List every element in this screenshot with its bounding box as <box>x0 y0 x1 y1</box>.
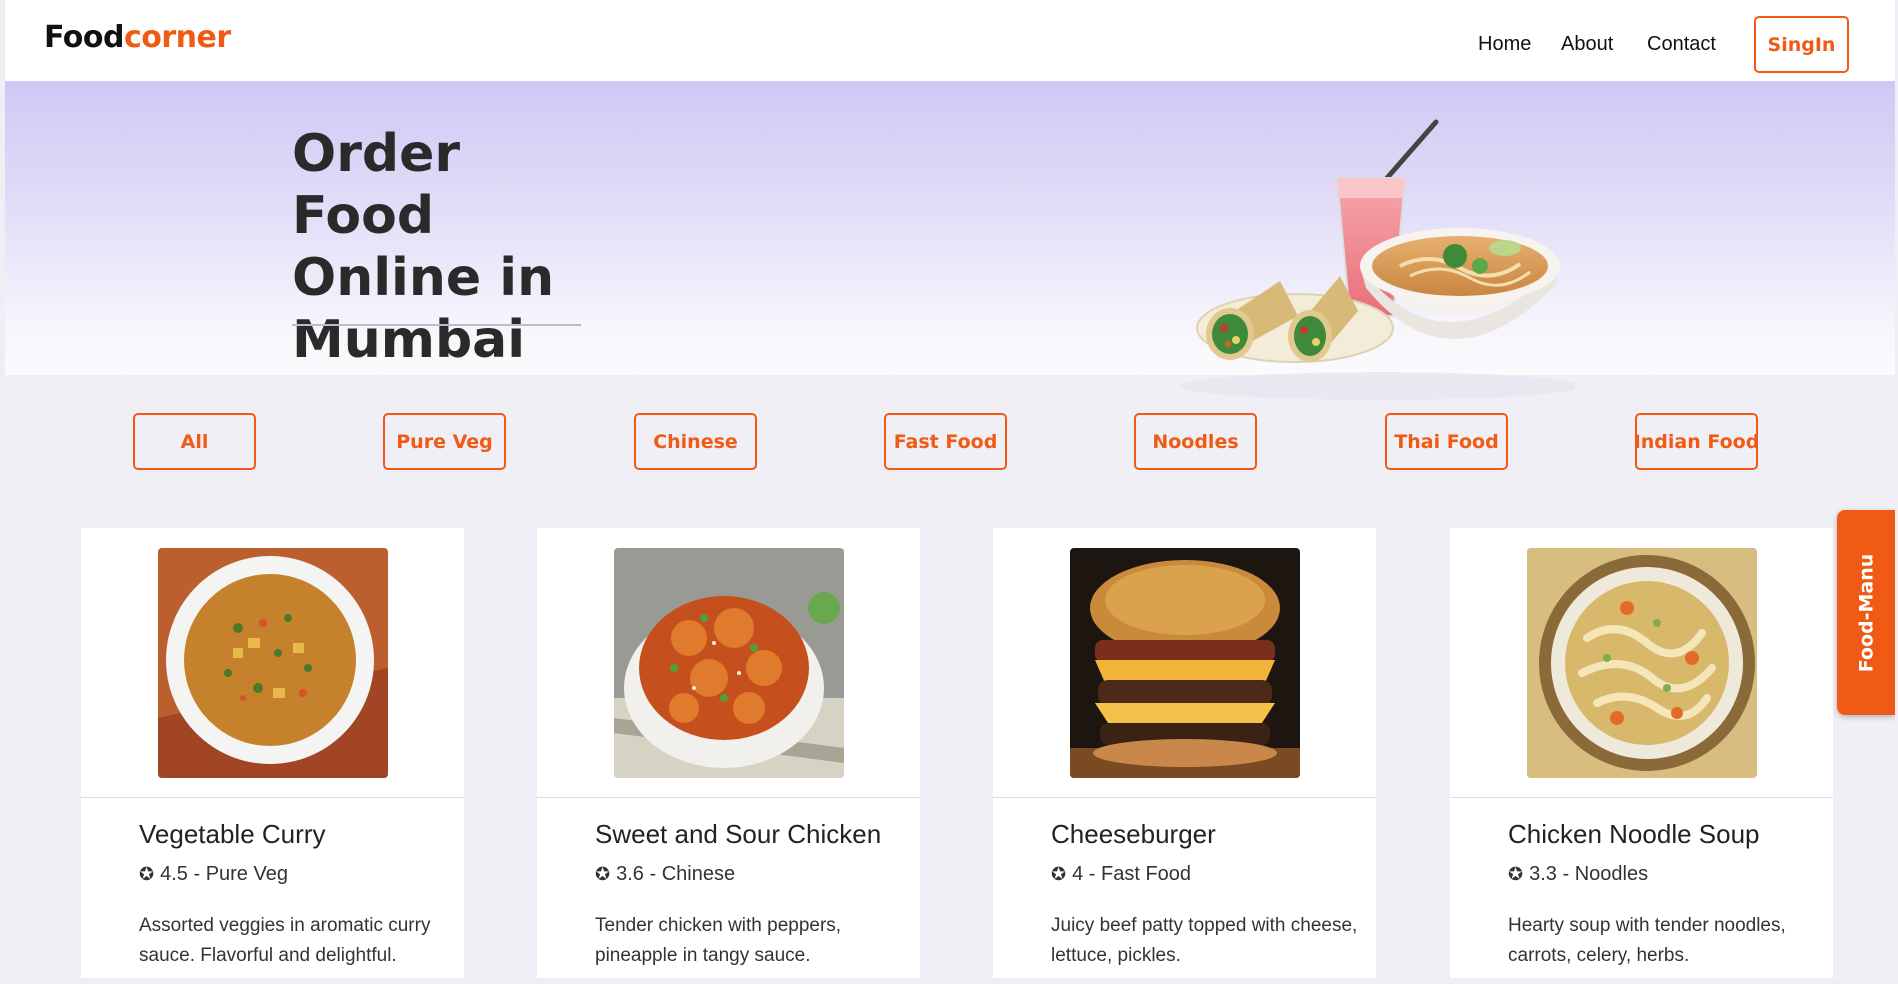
side-tab-label: Food-Manu <box>1855 553 1877 672</box>
star-icon: ✪ <box>139 864 155 884</box>
card-description: Assorted veggies in aromatic curry sauce… <box>139 915 431 966</box>
nav-about-link[interactable]: About <box>1561 33 1613 56</box>
card-category: Chinese <box>661 863 736 885</box>
cheeseburger-photo-icon <box>1070 548 1300 778</box>
card-meta: ✪ 3.3 - Noodles <box>1508 863 1649 885</box>
card-description: Hearty soup with tender noodles, carrots… <box>1508 915 1786 966</box>
signin-button[interactable]: SingIn <box>1754 16 1849 73</box>
food-card[interactable]: Vegetable Curry ✪ 4.5 - Pure Veg Assorted… <box>81 528 464 978</box>
food-card[interactable]: Chicken Noodle Soup ✪ 3.3 - Noodles Heart… <box>1450 528 1833 978</box>
hero-divider <box>292 324 581 326</box>
card-rating: 4.5 <box>160 863 188 885</box>
star-icon: ✪ <box>1508 864 1524 884</box>
vegetable-curry-photo-icon <box>158 548 388 778</box>
filter-pure-veg-button[interactable]: Pure Veg <box>383 413 506 470</box>
card-title: Cheeseburger <box>1051 819 1216 849</box>
page: Foodcorner Home About Contact SingIn Ord… <box>5 0 1895 978</box>
card-meta: ✪ 3.6 - Chinese <box>595 863 736 885</box>
card-title: Vegetable Curry <box>139 819 326 849</box>
filter-indian-food-button[interactable]: Indian Food <box>1634 413 1759 470</box>
card-divider <box>537 797 920 798</box>
card-category: Noodles <box>1574 863 1649 885</box>
hero-food-icon <box>1180 119 1580 400</box>
nav-contact-link[interactable]: Contact <box>1647 33 1716 56</box>
card-category: Fast Food <box>1101 863 1192 885</box>
food-card[interactable]: Sweet and Sour Chicken ✪ 3.6 - Chinese Te… <box>537 528 920 978</box>
card-rating: 4 <box>1072 863 1084 885</box>
sweet-sour-chicken-photo-icon <box>614 548 844 778</box>
card-title: Sweet and Sour Chicken <box>595 819 882 849</box>
top-navbar: Foodcorner Home About Contact SingIn <box>5 0 1895 81</box>
card-meta: ✪ 4 - Fast Food <box>1051 863 1192 885</box>
card-description: Juicy beef patty topped with cheese, let… <box>1051 915 1358 966</box>
logo[interactable]: Foodcorner <box>44 20 231 55</box>
card-divider <box>993 797 1376 798</box>
logo-part-food: Food <box>44 20 124 55</box>
logo-part-corner: corner <box>123 20 231 55</box>
food-menu-side-tab[interactable]: Food-Manu <box>1837 510 1895 715</box>
card-rating: 3.6 <box>616 863 644 885</box>
filter-all-button[interactable]: All <box>133 413 256 470</box>
hero-food-illustration <box>1180 116 1580 401</box>
card-divider <box>81 797 464 798</box>
hero-banner: Order Food Online in Mumbai <box>5 81 1895 400</box>
filter-thai-food-button[interactable]: Thai Food <box>1385 413 1508 470</box>
card-description: Tender chicken with peppers, pineapple i… <box>595 915 842 966</box>
card-category: Pure Veg <box>205 863 288 885</box>
card-rating: 3.3 <box>1529 863 1557 885</box>
filter-noodles-button[interactable]: Noodles <box>1134 413 1257 470</box>
card-title: Chicken Noodle Soup <box>1508 819 1760 849</box>
star-icon: ✪ <box>1051 864 1067 884</box>
hero-title: Order Food Online in Mumbai <box>292 124 555 370</box>
card-meta: ✪ 4.5 - Pure Veg <box>139 863 288 885</box>
nav-home-link[interactable]: Home <box>1478 33 1531 56</box>
filter-chinese-button[interactable]: Chinese <box>634 413 757 470</box>
star-icon: ✪ <box>595 864 611 884</box>
chicken-noodle-soup-photo-icon <box>1527 548 1757 778</box>
food-card[interactable]: Cheeseburger ✪ 4 - Fast Food Juicy beef p… <box>993 528 1376 978</box>
filter-fast-food-button[interactable]: Fast Food <box>884 413 1007 470</box>
card-divider <box>1450 797 1833 798</box>
